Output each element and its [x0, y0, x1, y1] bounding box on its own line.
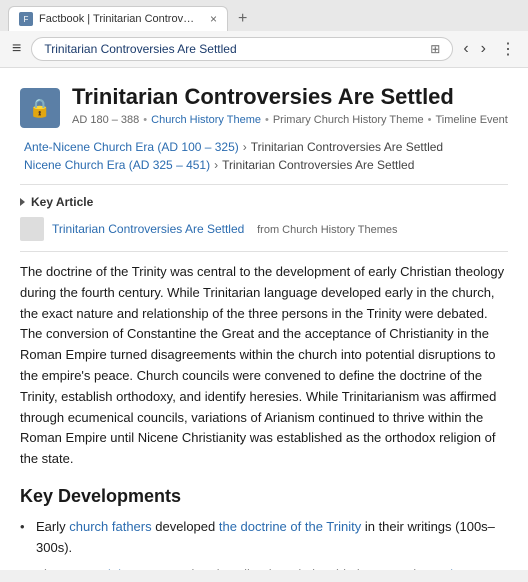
- breadcrumb-item-1: Ante-Nicene Church Era (AD 100 – 325) › …: [24, 140, 508, 154]
- divider-1: [20, 184, 508, 185]
- dev1-link2[interactable]: the doctrine of the Trinity: [219, 519, 361, 534]
- nav-back-button[interactable]: ‹: [459, 38, 472, 60]
- article-thumbnail: [20, 217, 44, 241]
- dev2-link1[interactable]: "Trinity": [92, 567, 136, 570]
- breadcrumb-link-2[interactable]: Nicene Church Era (AD 325 – 451): [24, 158, 210, 172]
- dev2-link3[interactable]: Son,: [475, 567, 502, 570]
- breadcrumb-arrow-2: ›: [214, 158, 218, 172]
- article-source-text: from Church History Themes: [257, 224, 397, 236]
- meta-sep-1: •: [143, 114, 147, 126]
- page-header-text: Trinitarian Controversies Are Settled AD…: [72, 84, 508, 128]
- dev2-prefix: The term: [36, 567, 92, 570]
- meta-theme-link[interactable]: Church History Theme: [151, 114, 261, 126]
- meta-event-type: Timeline Event: [435, 114, 507, 126]
- key-article-label: Key Article: [31, 195, 93, 209]
- address-bar: ≡ Trinitarian Controversies Are Settled …: [0, 31, 528, 67]
- meta-primary: Primary Church History Theme: [273, 114, 424, 126]
- tab-close-button[interactable]: ×: [210, 12, 217, 26]
- menu-button[interactable]: ≡: [8, 38, 25, 60]
- page-icon: 🔒: [20, 88, 60, 128]
- address-input[interactable]: Trinitarian Controversies Are Settled ⊞: [31, 37, 453, 61]
- meta-date: AD 180 – 388: [72, 114, 139, 126]
- address-page-icon: ⊞: [430, 42, 440, 56]
- key-article-item: Trinitarian Controversies Are Settled fr…: [20, 217, 508, 241]
- page-header: 🔒 Trinitarian Controversies Are Settled …: [20, 84, 508, 128]
- address-text: Trinitarian Controversies Are Settled: [44, 42, 424, 56]
- breadcrumb-link-1[interactable]: Ante-Nicene Church Era (AD 100 – 325): [24, 140, 239, 154]
- key-article-header: Key Article: [20, 195, 508, 209]
- more-menu-button[interactable]: ⋮: [496, 37, 520, 61]
- dev1-link1[interactable]: church fathers: [69, 519, 151, 534]
- browser-chrome: F Factbook | Trinitarian Controversies A…: [0, 0, 528, 68]
- tab-favicon: F: [19, 12, 33, 26]
- nav-forward-button[interactable]: ›: [477, 38, 490, 60]
- new-tab-button[interactable]: +: [232, 8, 253, 30]
- article-source: [248, 224, 254, 236]
- dev2-link2[interactable]: Father,: [431, 567, 471, 570]
- breadcrumb-item-2: Nicene Church Era (AD 325 – 451) › Trini…: [24, 158, 508, 172]
- tab-bar: F Factbook | Trinitarian Controversies A…: [0, 0, 528, 31]
- development-item-2: The term "Trinity" was used to describe …: [20, 565, 508, 570]
- article-title-link[interactable]: Trinitarian Controversies Are Settled: [52, 222, 244, 236]
- meta-sep-2: •: [265, 114, 269, 126]
- breadcrumb-arrow-1: ›: [243, 140, 247, 154]
- nav-buttons: ‹ ›: [459, 38, 490, 60]
- development-item-1: Early church fathers developed the doctr…: [20, 517, 508, 559]
- breadcrumb-section: Ante-Nicene Church Era (AD 100 – 325) › …: [20, 140, 508, 172]
- breadcrumb-current-1: Trinitarian Controversies Are Settled: [251, 140, 443, 154]
- key-developments-section: Key Developments Early church fathers de…: [20, 486, 508, 570]
- page-content: 🔒 Trinitarian Controversies Are Settled …: [0, 68, 528, 570]
- developments-list: Early church fathers developed the doctr…: [20, 517, 508, 570]
- dev1-mid1: developed: [155, 519, 219, 534]
- breadcrumb-current-2: Trinitarian Controversies Are Settled: [222, 158, 414, 172]
- active-tab[interactable]: F Factbook | Trinitarian Controversies A…: [8, 6, 228, 31]
- collapse-triangle[interactable]: [20, 198, 25, 206]
- body-text: The doctrine of the Trinity was central …: [20, 262, 508, 470]
- meta-sep-3: •: [428, 114, 432, 126]
- tab-title: Factbook | Trinitarian Controversies Are…: [39, 13, 200, 25]
- key-article-section: Key Article Trinitarian Controversies Ar…: [20, 195, 508, 241]
- dev2-mid1: was used to describe the relationship be…: [139, 567, 431, 570]
- lock-icon: 🔒: [29, 98, 51, 119]
- divider-2: [20, 251, 508, 252]
- dev1-prefix: Early: [36, 519, 69, 534]
- key-developments-title: Key Developments: [20, 486, 508, 507]
- page-title: Trinitarian Controversies Are Settled: [72, 84, 508, 110]
- meta-line: AD 180 – 388 • Church History Theme • Pr…: [72, 114, 508, 126]
